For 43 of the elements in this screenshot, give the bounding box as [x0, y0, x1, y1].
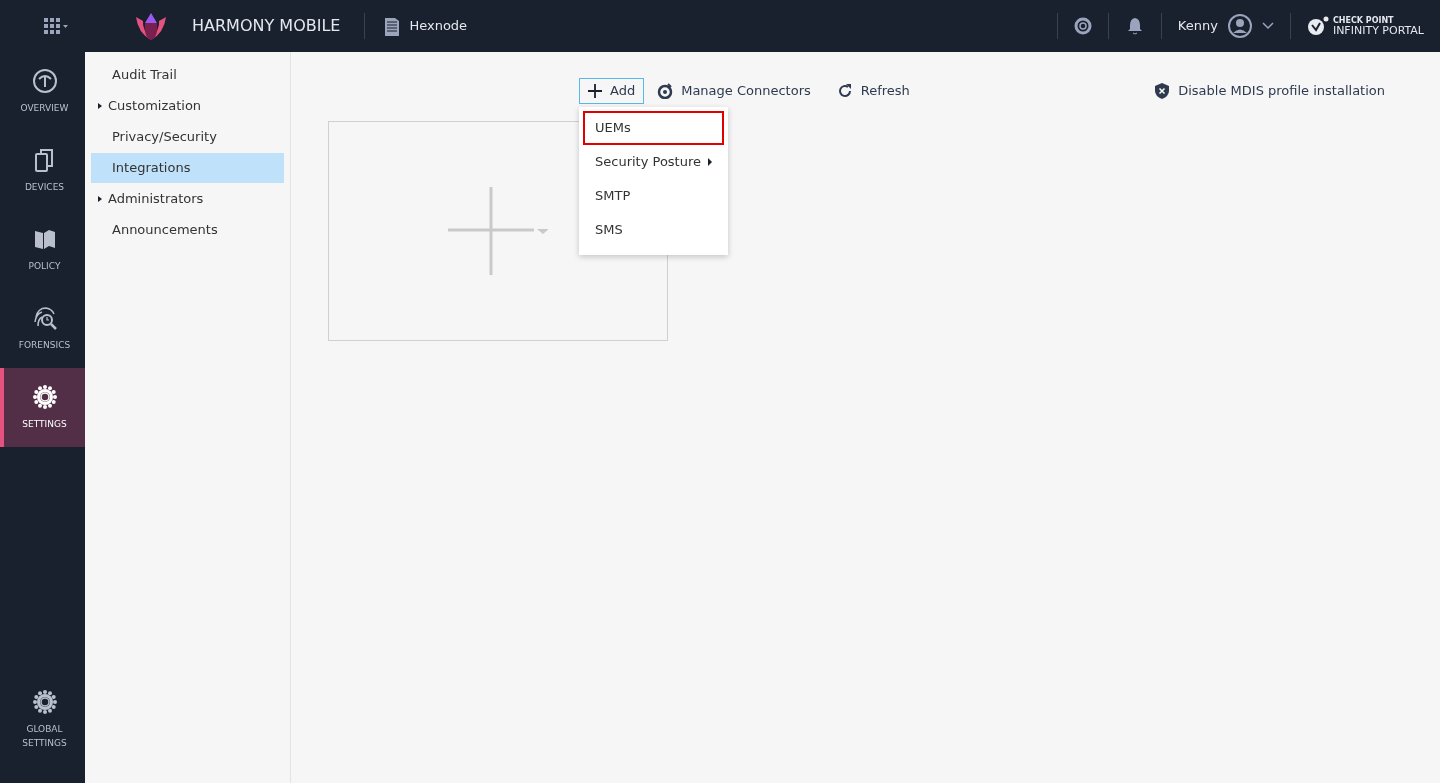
avatar-icon[interactable] — [1227, 14, 1252, 38]
settings-icon — [31, 383, 58, 410]
refresh-icon — [836, 82, 853, 99]
rail-item[interactable]: SETTINGS — [0, 368, 85, 447]
sidebar-item[interactable]: Audit Trail — [91, 60, 284, 90]
sidebar-item[interactable]: Integrations — [91, 153, 284, 183]
rail-item[interactable]: DEVICES — [0, 131, 85, 210]
plus-icon — [448, 186, 548, 275]
brand-text: CHECK POINT — [1332, 16, 1395, 25]
fingerprint-search-icon — [31, 304, 58, 331]
brand-text: INFINITY PORTAL — [1332, 24, 1424, 36]
sidebar-item[interactable]: Administrators — [91, 184, 284, 214]
rail-item[interactable]: POLICY — [0, 210, 85, 289]
rail-item[interactable]: OVERVIEW — [0, 52, 85, 131]
rail-item[interactable]: GLOBAL SETTINGS — [0, 680, 85, 759]
plus-icon — [588, 83, 602, 98]
caret-icon — [708, 158, 712, 166]
refresh-button[interactable]: Refresh — [827, 78, 919, 104]
menu-item[interactable]: Security Posture — [583, 145, 724, 179]
shield-icon — [1154, 82, 1171, 99]
menu-item[interactable]: SMS — [583, 213, 724, 247]
product-name: HARMONY MOBILE — [192, 15, 341, 37]
lotus-logo — [134, 11, 168, 41]
gauge-icon — [31, 67, 58, 94]
menu-item[interactable]: SMTP — [583, 179, 724, 213]
disable-mdis-button[interactable]: Disable MDIS profile installation — [1145, 78, 1394, 104]
chevron-icon[interactable] — [1261, 22, 1274, 30]
rail-item[interactable]: FORENSICS — [0, 289, 85, 368]
tenant-name[interactable]: Hexnode — [409, 16, 468, 36]
help-icon[interactable] — [1073, 17, 1092, 35]
app-grid-icon[interactable] — [44, 18, 68, 34]
sidebar-item[interactable]: Announcements — [91, 215, 284, 245]
manage-connectors-button[interactable]: Manage Connectors — [648, 78, 820, 104]
sidebar-item[interactable]: Privacy/Security — [91, 122, 284, 152]
portal-logo-icon — [1306, 16, 1329, 36]
sidebar-item[interactable]: Customization — [91, 91, 284, 121]
bell-icon[interactable] — [1126, 17, 1143, 35]
user-name[interactable]: Kenny — [1177, 16, 1218, 36]
add-button[interactable]: Add — [579, 78, 645, 104]
settings-icon — [31, 689, 58, 715]
caret-icon — [98, 196, 102, 202]
caret-icon — [98, 103, 102, 109]
menu-item[interactable]: UEMs — [583, 111, 724, 145]
